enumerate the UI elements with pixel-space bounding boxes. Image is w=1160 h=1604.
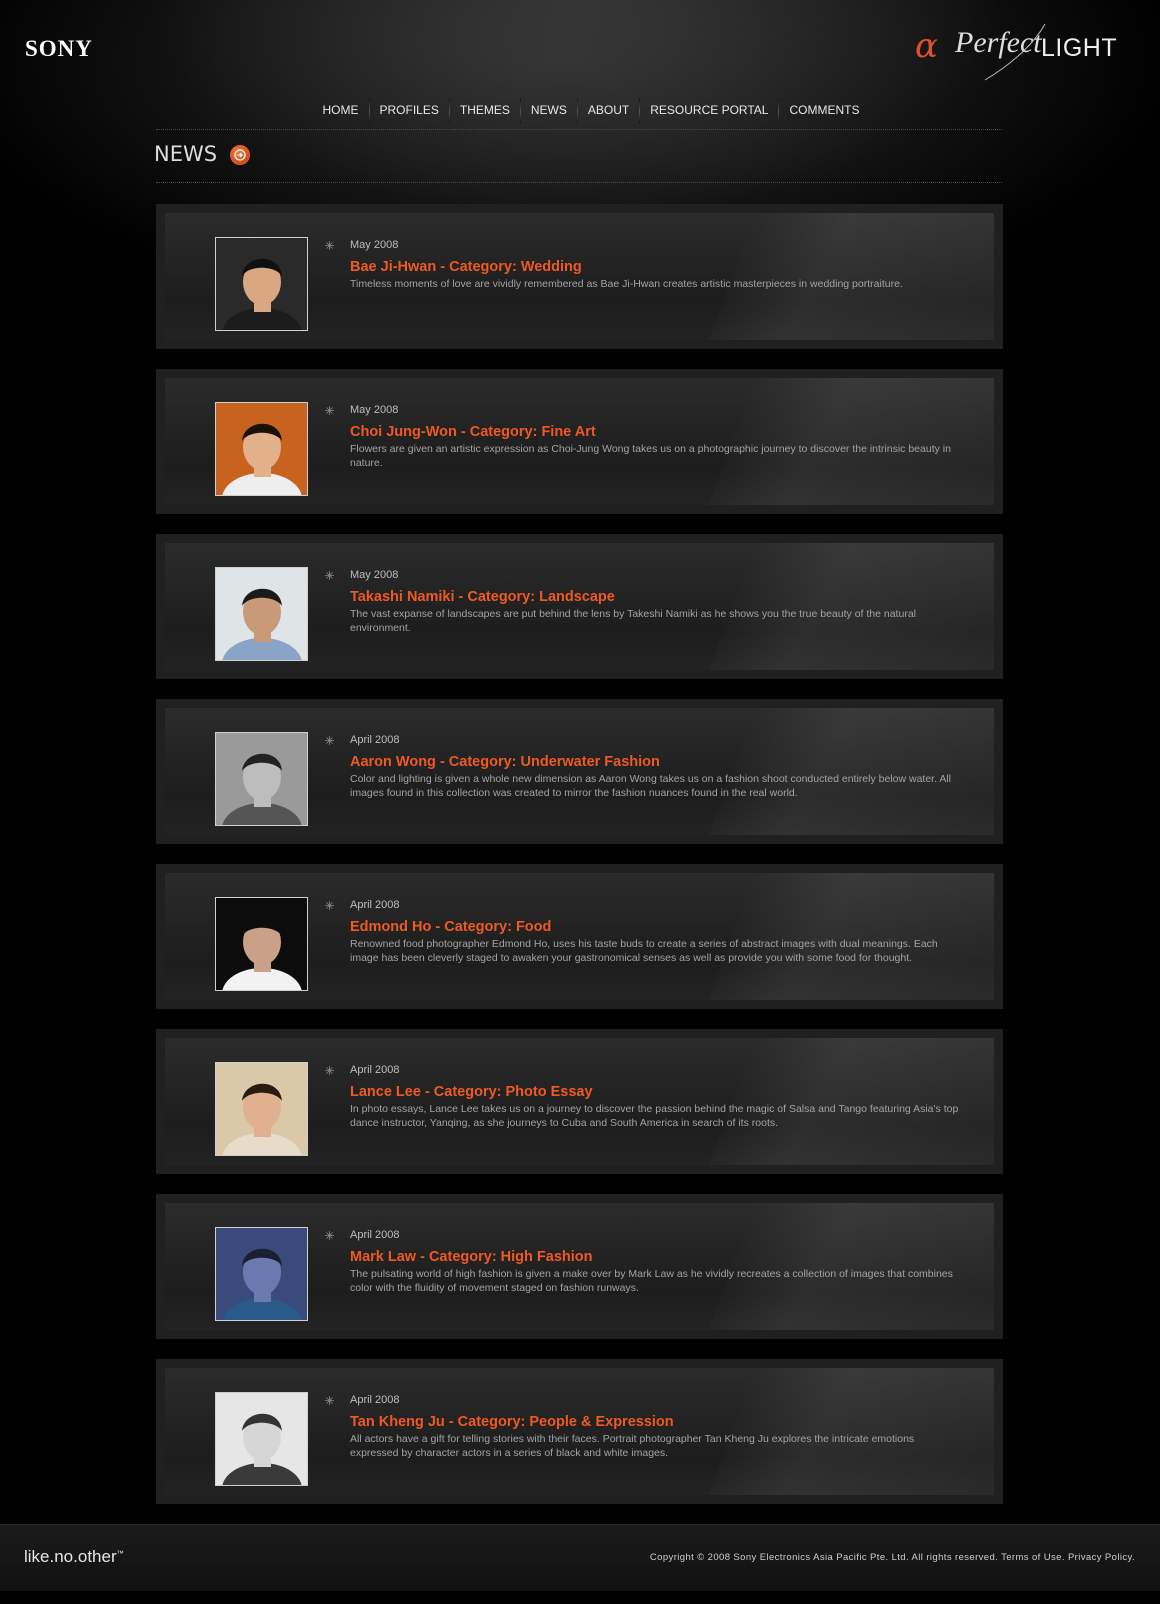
trademark-mark: ™ xyxy=(116,1550,124,1558)
news-description: Color and lighting is given a whole new … xyxy=(350,773,952,799)
nav-about[interactable]: ABOUT xyxy=(578,98,639,124)
bullet-icon xyxy=(325,571,334,580)
bullet-icon xyxy=(325,1231,334,1240)
bullet-icon xyxy=(325,406,334,415)
logo-light-text: LIGHT xyxy=(1041,34,1118,62)
nav-home[interactable]: HOME xyxy=(313,98,369,124)
news-title-link[interactable]: Mark Law - Category: High Fashion xyxy=(350,1249,593,1265)
divider-bottom xyxy=(156,182,1002,183)
news-title-link[interactable]: Choi Jung-Won - Category: Fine Art xyxy=(350,424,596,440)
news-item: April 2008 Edmond Ho - Category: Food Re… xyxy=(156,864,1003,1009)
news-item-panel: April 2008 Mark Law - Category: High Fas… xyxy=(165,1203,994,1330)
privacy-policy-link[interactable]: Privacy Policy. xyxy=(1068,1552,1135,1563)
news-title-link[interactable]: Lance Lee - Category: Photo Essay xyxy=(350,1084,593,1100)
news-item-panel: May 2008 Takashi Namiki - Category: Land… xyxy=(165,543,994,670)
photographer-photo[interactable] xyxy=(215,237,308,331)
news-date: April 2008 xyxy=(350,734,400,746)
news-description: Renowned food photographer Edmond Ho, us… xyxy=(350,938,938,964)
copyright: Copyright © 2008 Sony Electronics Asia P… xyxy=(650,1552,1135,1563)
news-date: May 2008 xyxy=(350,404,399,416)
photographer-photo[interactable] xyxy=(215,567,308,661)
news-item: May 2008 Takashi Namiki - Category: Land… xyxy=(156,534,1003,679)
bullet-icon xyxy=(325,736,334,745)
tagline-text: like.no.other xyxy=(24,1547,117,1566)
news-item-panel: April 2008 Lance Lee - Category: Photo E… xyxy=(165,1038,994,1165)
bullet-icon xyxy=(325,1396,334,1405)
photographer-photo[interactable] xyxy=(215,1392,308,1486)
news-description: All actors have a gift for telling stori… xyxy=(350,1433,915,1459)
news-item-panel: May 2008 Choi Jung-Won - Category: Fine … xyxy=(165,378,994,505)
alpha-logo-mark: α xyxy=(915,26,938,66)
photographer-photo[interactable] xyxy=(215,1062,308,1156)
news-item: May 2008 Choi Jung-Won - Category: Fine … xyxy=(156,369,1003,514)
nav-profiles[interactable]: PROFILES xyxy=(370,98,449,124)
news-title-link[interactable]: Bae Ji-Hwan - Category: Wedding xyxy=(350,259,582,275)
news-item-panel: April 2008 Tan Kheng Ju - Category: Peop… xyxy=(165,1368,994,1495)
photographer-photo[interactable] xyxy=(215,402,308,496)
photographer-photo[interactable] xyxy=(215,732,308,826)
footer: like.no.other™ Copyright © 2008 Sony Ele… xyxy=(0,1524,1160,1591)
news-description: The pulsating world of high fashion is g… xyxy=(350,1268,953,1294)
main-navigation: HOME PROFILES THEMES NEWS ABOUT RESOURCE… xyxy=(0,98,1160,124)
news-title-link[interactable]: Tan Kheng Ju - Category: People & Expres… xyxy=(350,1414,674,1430)
news-date: April 2008 xyxy=(350,1064,400,1076)
nav-comments[interactable]: COMMENTS xyxy=(779,98,869,124)
perfect-light-logo[interactable]: α Perfect LIGHT xyxy=(915,22,1135,82)
news-description: In photo essays, Lance Lee takes us on a… xyxy=(350,1103,959,1129)
arrow-right-circle-icon[interactable] xyxy=(230,145,250,165)
sony-logo[interactable]: SONY xyxy=(25,36,93,62)
photographer-photo[interactable] xyxy=(215,1227,308,1321)
page-title: NEWS xyxy=(154,142,218,166)
news-item: May 2008 Bae Ji-Hwan - Category: Wedding… xyxy=(156,204,1003,349)
news-item-panel: April 2008 Aaron Wong - Category: Underw… xyxy=(165,708,994,835)
nav-resource-portal[interactable]: RESOURCE PORTAL xyxy=(640,98,778,124)
copyright-text: Copyright © 2008 Sony Electronics Asia P… xyxy=(649,1552,999,1563)
news-item: April 2008 Lance Lee - Category: Photo E… xyxy=(156,1029,1003,1174)
bullet-icon xyxy=(325,241,334,250)
divider-top xyxy=(156,129,1002,130)
nav-themes[interactable]: THEMES xyxy=(450,98,520,124)
news-item: April 2008 Mark Law - Category: High Fas… xyxy=(156,1194,1003,1339)
news-description: Timeless moments of love are vividly rem… xyxy=(350,278,903,290)
tagline: like.no.other™ xyxy=(24,1547,124,1567)
news-list: May 2008 Bae Ji-Hwan - Category: Wedding… xyxy=(156,204,1003,1524)
bullet-icon xyxy=(325,1066,334,1075)
news-description: The vast expanse of landscapes are put b… xyxy=(350,608,916,634)
terms-of-use-link[interactable]: Terms of Use. xyxy=(1001,1552,1065,1563)
news-description: Flowers are given an artistic expression… xyxy=(350,443,951,469)
news-item: April 2008 Tan Kheng Ju - Category: Peop… xyxy=(156,1359,1003,1504)
news-title-link[interactable]: Aaron Wong - Category: Underwater Fashio… xyxy=(350,754,660,770)
news-date: May 2008 xyxy=(350,239,399,251)
nav-news[interactable]: NEWS xyxy=(521,98,577,124)
news-item: April 2008 Aaron Wong - Category: Underw… xyxy=(156,699,1003,844)
bullet-icon xyxy=(325,901,334,910)
photographer-photo[interactable] xyxy=(215,897,308,991)
news-item-panel: April 2008 Edmond Ho - Category: Food Re… xyxy=(165,873,994,1000)
news-date: April 2008 xyxy=(350,1394,400,1406)
news-date: May 2008 xyxy=(350,569,399,581)
logo-perfect-text: Perfect xyxy=(955,26,1042,59)
news-date: April 2008 xyxy=(350,899,400,911)
news-title-link[interactable]: Edmond Ho - Category: Food xyxy=(350,919,551,935)
news-title-link[interactable]: Takashi Namiki - Category: Landscape xyxy=(350,589,615,605)
news-item-panel: May 2008 Bae Ji-Hwan - Category: Wedding… xyxy=(165,213,994,340)
news-date: April 2008 xyxy=(350,1229,400,1241)
